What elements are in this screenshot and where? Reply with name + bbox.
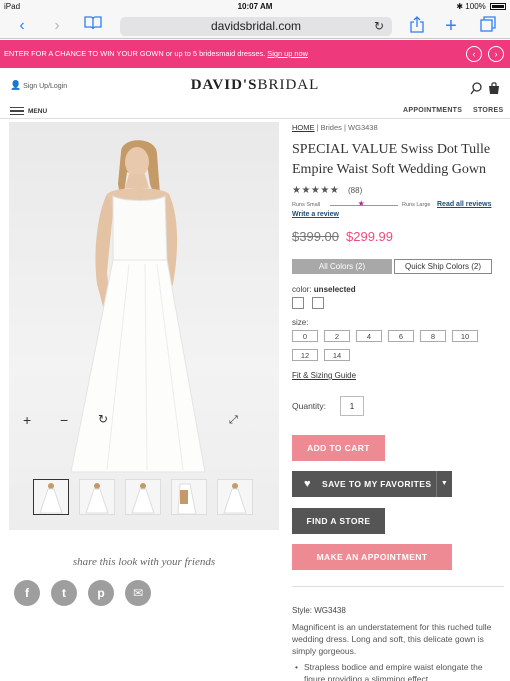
size-option-8[interactable]: 8 — [420, 330, 446, 342]
save-favorites-label: SAVE TO MY FAVORITES — [322, 479, 432, 489]
logo-light: BRIDAL — [257, 77, 320, 93]
feature-bullet: Strapless bodice and empire waist elonga… — [295, 661, 504, 681]
battery-percent: 100% — [465, 2, 486, 11]
address-bar[interactable]: davidsbridal.com ↻ — [120, 17, 392, 36]
heart-icon: ♥ — [304, 478, 311, 490]
sale-price: $299.99 — [346, 229, 393, 244]
quantity-label: Quantity: — [292, 401, 327, 411]
breadcrumb: HOME | Brides | WG3438 — [292, 123, 378, 132]
fullscreen-icon[interactable]: ⤢ — [229, 414, 238, 427]
zoom-in-icon[interactable]: + — [23, 412, 31, 428]
thumbnail-3[interactable] — [125, 479, 161, 515]
hamburger-icon — [10, 105, 24, 117]
twitter-icon[interactable]: t — [51, 580, 77, 606]
fit-marker-icon: ★ — [357, 199, 365, 208]
bookmarks-icon[interactable] — [83, 16, 103, 36]
style-number: Style: WG3438 — [292, 606, 346, 615]
size-option-2[interactable]: 2 — [324, 330, 350, 342]
url-text: davidsbridal.com — [210, 19, 302, 33]
fit-sizing-guide-link[interactable]: Fit & Sizing Guide — [292, 371, 356, 380]
search-icon[interactable] — [470, 82, 482, 100]
rating-stars[interactable]: ★★★★★ — [292, 185, 339, 196]
product-image-viewer[interactable]: + − ↻ ⤢ — [9, 122, 279, 530]
site-logo[interactable]: DAVID'SBRIDAL — [0, 77, 510, 94]
breadcrumb-brides[interactable]: Brides — [321, 123, 342, 132]
quantity-input[interactable]: 1 — [340, 396, 364, 416]
review-count: (88) — [348, 186, 363, 195]
size-option-10[interactable]: 10 — [452, 330, 478, 342]
thumbnail-image — [131, 483, 155, 514]
promo-prev-icon[interactable]: ‹ — [466, 46, 482, 62]
share-icon[interactable] — [408, 16, 426, 36]
nav-stores[interactable]: STORES — [473, 107, 503, 114]
add-to-cart-button[interactable]: ADD TO CART — [292, 435, 385, 461]
clock: 10:07 AM — [237, 2, 273, 11]
make-appointment-button[interactable]: MAKE AN APPOINTMENT — [292, 544, 452, 570]
original-price: $399.00 — [292, 229, 339, 244]
thumbnail-2[interactable] — [79, 479, 115, 515]
promo-signup-link[interactable]: Sign up now — [267, 49, 308, 58]
promo-text: ENTER FOR A CHANCE TO WIN YOUR GOWN or u… — [4, 49, 266, 58]
thumbnail-4[interactable] — [171, 479, 207, 515]
color-value: unselected — [313, 285, 356, 294]
caret-down-icon[interactable]: ▼ — [436, 471, 452, 497]
color-swatch-2[interactable] — [312, 297, 324, 309]
facebook-icon[interactable]: f — [14, 580, 40, 606]
color-label: color: — [292, 285, 312, 294]
breadcrumb-style: WG3438 — [348, 123, 378, 132]
battery-indicator: ✱ 100% — [456, 2, 506, 11]
nav-appointments[interactable]: APPOINTMENTS — [403, 107, 462, 114]
pinterest-icon[interactable]: p — [88, 580, 114, 606]
back-icon[interactable]: ‹ — [14, 16, 30, 36]
new-tab-icon[interactable]: + — [442, 16, 460, 36]
email-icon[interactable]: ✉ — [125, 580, 151, 606]
menu-button[interactable]: MENU — [10, 105, 47, 117]
read-all-reviews-link[interactable]: Read all reviews — [437, 201, 491, 208]
find-store-button[interactable]: FIND A STORE — [292, 508, 385, 534]
shopping-bag-icon[interactable] — [488, 81, 500, 100]
color-swatch-1[interactable] — [292, 297, 304, 309]
size-option-12[interactable]: 12 — [292, 349, 318, 361]
share-label: share this look with your friends — [72, 556, 216, 568]
logo-bold: DAVID'S — [190, 77, 258, 93]
rotate-icon[interactable]: ↻ — [98, 412, 108, 426]
product-description: Magnificent is an understatement for thi… — [292, 622, 492, 656]
thumbnail-image — [39, 483, 63, 514]
forward-icon[interactable]: › — [49, 16, 65, 36]
color-selection: color: unselected — [292, 285, 356, 294]
size-option-4[interactable]: 4 — [356, 330, 382, 342]
thumbnail-1[interactable] — [33, 479, 69, 515]
status-bar: iPad 10:07 AM ✱ 100% — [0, 0, 510, 13]
fit-large-label: Runs Large — [402, 202, 431, 208]
tabs-icon[interactable] — [478, 16, 498, 36]
size-option-6[interactable]: 6 — [388, 330, 414, 342]
size-label: size: — [292, 318, 309, 327]
thumbnail-5[interactable] — [217, 479, 253, 515]
thumbnail-image — [223, 483, 247, 514]
gown-photo — [70, 140, 206, 473]
promo-next-icon[interactable]: › — [488, 46, 504, 62]
breadcrumb-home[interactable]: HOME — [292, 123, 315, 132]
size-option-14[interactable]: 14 — [324, 349, 350, 361]
tab-all-colors[interactable]: All Colors (2) — [292, 259, 392, 274]
size-option-0[interactable]: 0 — [292, 330, 318, 342]
product-title: SPECIAL VALUE Swiss Dot Tulle Empire Wai… — [292, 142, 491, 177]
write-review-link[interactable]: Write a review — [292, 211, 339, 218]
browser-toolbar: ‹ › davidsbridal.com ↻ + — [0, 13, 510, 39]
tab-quick-ship-colors[interactable]: Quick Ship Colors (2) — [394, 259, 492, 274]
save-favorites-button[interactable]: ♥ SAVE TO MY FAVORITES ▼ — [292, 471, 452, 497]
thumbnail-strip — [33, 479, 253, 515]
header-divider — [0, 118, 510, 119]
thumbnail-image — [177, 483, 197, 514]
zoom-out-icon[interactable]: − — [60, 412, 68, 428]
fit-small-label: Runs Small — [292, 202, 321, 208]
thumbnail-image — [85, 483, 109, 514]
promo-banner: ENTER FOR A CHANCE TO WIN YOUR GOWN or u… — [0, 40, 510, 68]
section-divider — [292, 586, 504, 587]
battery-icon — [490, 3, 506, 10]
bluetooth-icon: ✱ — [456, 2, 464, 11]
reload-icon[interactable]: ↻ — [374, 17, 384, 36]
